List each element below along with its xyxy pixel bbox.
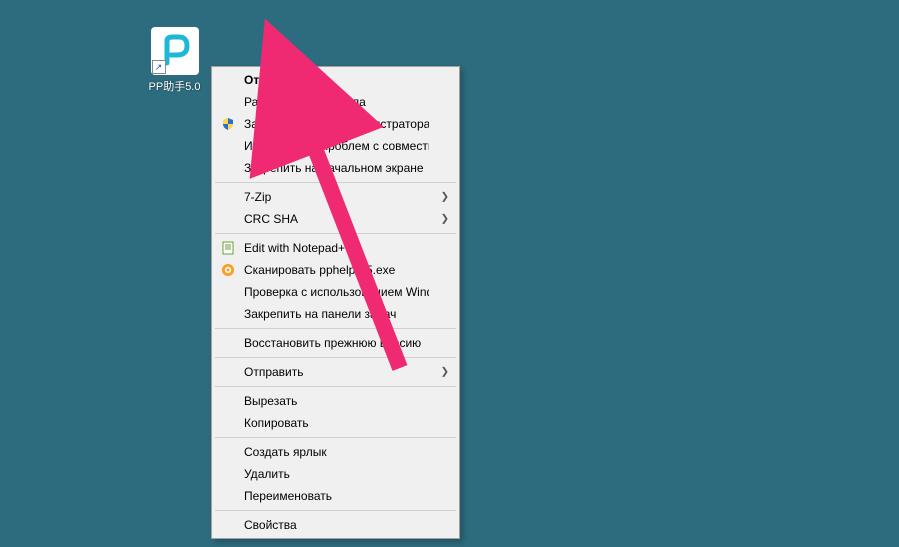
menu-separator	[215, 233, 456, 234]
menu-item-label: CRC SHA	[244, 212, 429, 226]
menu-item-label: Восстановить прежнюю версию	[244, 336, 429, 350]
menu-item-label: 7-Zip	[244, 190, 429, 204]
menu-item[interactable]: Исправление проблем с совместимостью	[214, 135, 457, 157]
menu-separator	[215, 182, 456, 183]
menu-item-label: Сканировать pphelper5.exe	[244, 263, 429, 277]
context-menu: Открыть Расположение файла Запуск от имени…	[211, 66, 460, 539]
menu-item-label: Закрепить на начальном экране	[244, 161, 429, 175]
menu-item[interactable]: Вырезать	[214, 390, 457, 412]
menu-separator	[215, 386, 456, 387]
menu-item[interactable]: 7-Zip ❯	[214, 186, 457, 208]
chevron-right-icon: ❯	[441, 214, 449, 225]
menu-item[interactable]: Расположение файла	[214, 91, 457, 113]
menu-item[interactable]: Запуск от имени администратора	[214, 113, 457, 135]
chevron-right-icon: ❯	[441, 367, 449, 378]
menu-item[interactable]: Копировать	[214, 412, 457, 434]
menu-item-label: Закрепить на панели задач	[244, 307, 429, 321]
menu-item[interactable]: Отправить ❯	[214, 361, 457, 383]
menu-item-label: Создать ярлык	[244, 445, 429, 459]
chevron-right-icon: ❯	[441, 192, 449, 203]
menu-separator	[215, 357, 456, 358]
menu-item-label: Открыть	[244, 73, 429, 87]
avast-icon	[220, 262, 236, 278]
menu-item-label: Свойства	[244, 518, 429, 532]
desktop-icon-label: PP助手5.0	[147, 78, 202, 94]
menu-item-label: Копировать	[244, 416, 429, 430]
menu-item-label: Запуск от имени администратора	[244, 117, 429, 131]
menu-item[interactable]: Закрепить на панели задач	[214, 303, 457, 325]
shortcut-arrow-icon: ↗	[152, 60, 166, 74]
menu-item[interactable]: Сканировать pphelper5.exe	[214, 259, 457, 281]
shield-icon	[220, 116, 236, 132]
menu-item[interactable]: Проверка с использованием Windows Defend…	[214, 281, 457, 303]
menu-item-label: Вырезать	[244, 394, 429, 408]
menu-item[interactable]: Свойства	[214, 514, 457, 536]
menu-item-label: Отправить	[244, 365, 429, 379]
desktop-shortcut[interactable]: ↗ PP助手5.0	[147, 27, 202, 94]
menu-item[interactable]: CRC SHA ❯	[214, 208, 457, 230]
menu-item[interactable]: Удалить	[214, 463, 457, 485]
menu-item-label: Расположение файла	[244, 95, 429, 109]
menu-item[interactable]: Edit with Notepad++	[214, 237, 457, 259]
menu-item-label: Edit with Notepad++	[244, 241, 429, 255]
menu-item-label: Исправление проблем с совместимостью	[244, 139, 429, 153]
app-icon: ↗	[151, 27, 199, 75]
notepad-icon	[220, 240, 236, 256]
menu-item[interactable]: Создать ярлык	[214, 441, 457, 463]
menu-item[interactable]: Восстановить прежнюю версию	[214, 332, 457, 354]
menu-separator	[215, 510, 456, 511]
menu-item[interactable]: Закрепить на начальном экране	[214, 157, 457, 179]
menu-separator	[215, 328, 456, 329]
menu-separator	[215, 437, 456, 438]
menu-item-label: Переименовать	[244, 489, 429, 503]
menu-item-label: Удалить	[244, 467, 429, 481]
menu-item[interactable]: Переименовать	[214, 485, 457, 507]
menu-item-label: Проверка с использованием Windows Defend…	[244, 285, 429, 299]
menu-item[interactable]: Открыть	[214, 69, 457, 91]
